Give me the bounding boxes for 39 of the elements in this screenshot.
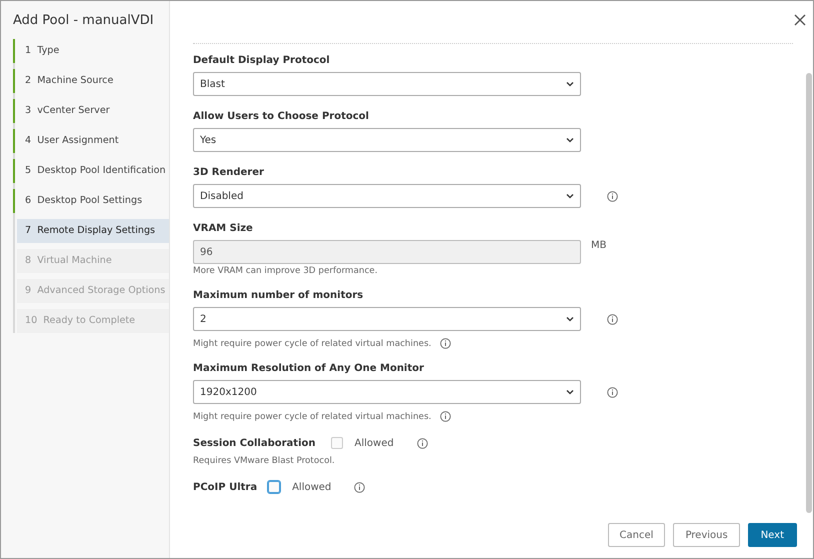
dropdown[interactable]: Disabled (193, 184, 581, 208)
info-icon[interactable] (607, 314, 618, 324)
info-icon[interactable] (440, 411, 452, 422)
field-label: Session Collaboration (193, 438, 316, 448)
checkbox-label: Allowed (292, 482, 332, 492)
chevron-down-icon (566, 316, 574, 322)
unit-label: MB (591, 240, 606, 251)
field-label: PCoIP Ultra (193, 482, 258, 492)
hint-text: Might require power cycle of related virtual machines. (193, 412, 432, 422)
info-icon[interactable] (607, 190, 618, 202)
chevron-down-icon (566, 137, 574, 143)
dropdown[interactable]: Yes (193, 128, 581, 152)
wizard-step[interactable]: 7 Remote Display Settings (17, 219, 169, 243)
close-icon[interactable] (794, 14, 806, 26)
field-label: Maximum number of monitors (193, 290, 364, 301)
hint-text: More VRAM can improve 3D performance. (193, 266, 378, 276)
chevron-down-icon (566, 81, 574, 87)
info-icon[interactable] (440, 338, 452, 349)
chevron-down-icon (566, 389, 574, 395)
info-icon[interactable] (607, 386, 618, 398)
field-label: 3D Renderer (193, 167, 265, 178)
checkbox-label: Allowed (354, 438, 394, 448)
dropdown[interactable]: 2 (193, 307, 581, 331)
hint-text: Requires VMware Blast Protocol. (193, 456, 335, 466)
checkbox[interactable] (330, 437, 343, 449)
next-button[interactable]: Next (748, 523, 797, 547)
secondary-button[interactable]: Previous (673, 523, 740, 547)
secondary-button[interactable]: Cancel (608, 523, 666, 547)
field-label: Default Display Protocol (193, 55, 331, 66)
field-label: Allow Users to Choose Protocol (193, 111, 370, 122)
dialog-title: Add Pool - manualVDI (12, 12, 155, 30)
info-icon[interactable] (416, 438, 428, 448)
hint-text: Might require power cycle of related virtual machines. (193, 338, 432, 348)
dropdown[interactable]: Blast (193, 72, 581, 96)
field-label: Maximum Resolution of Any One Monitor (193, 363, 425, 374)
dropdown[interactable]: 1920x1200 (193, 380, 581, 404)
info-icon[interactable] (354, 482, 366, 492)
chevron-down-icon (566, 193, 574, 199)
field-label: VRAM Size (193, 223, 254, 234)
